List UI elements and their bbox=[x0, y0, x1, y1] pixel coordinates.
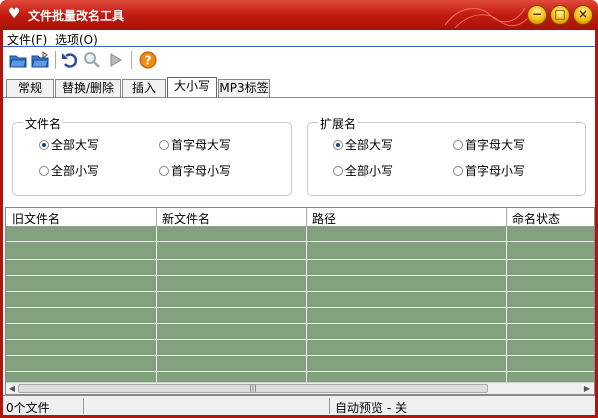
radio-label: 全部小写 bbox=[51, 164, 100, 178]
column-divider[interactable] bbox=[306, 208, 307, 227]
client-area: 文件(F) 选项(O) ? 常规 替换/删除 插入 大小写 MP3标签 文件名 … bbox=[3, 30, 595, 415]
toolbar-separator bbox=[55, 51, 56, 69]
extension-group-title: 扩展名 bbox=[318, 115, 359, 132]
radio-label: 全部大写 bbox=[345, 138, 394, 152]
radio-unchecked-icon bbox=[333, 166, 343, 176]
close-button[interactable]: × bbox=[573, 5, 593, 25]
column-header-path[interactable]: 路径 bbox=[312, 210, 336, 227]
toolbar: ? bbox=[3, 47, 595, 73]
grid-header: 旧文件名 新文件名 路径 命名状态 bbox=[6, 208, 594, 227]
menu-bar: 文件(F) 选项(O) bbox=[3, 30, 595, 47]
grid-line bbox=[306, 227, 307, 382]
status-divider bbox=[83, 398, 84, 414]
radio-unchecked-icon bbox=[39, 166, 49, 176]
scroll-left-icon[interactable]: ◀ bbox=[6, 383, 18, 394]
grid-line bbox=[6, 323, 594, 324]
help-icon[interactable]: ? bbox=[139, 51, 157, 69]
filename-all-lower-radio[interactable]: 全部小写 bbox=[39, 162, 99, 179]
grid-line bbox=[6, 371, 594, 372]
horizontal-scrollbar[interactable]: ◀ ||| ▶ bbox=[6, 382, 594, 394]
radio-label: 首字母小写 bbox=[465, 164, 526, 178]
column-header-old-name[interactable]: 旧文件名 bbox=[12, 210, 60, 227]
column-header-status[interactable]: 命名状态 bbox=[512, 210, 560, 227]
grid-line bbox=[6, 275, 594, 276]
tab-case[interactable]: 大小写 bbox=[167, 77, 217, 97]
search-icon[interactable] bbox=[83, 51, 101, 69]
extension-first-upper-radio[interactable]: 首字母大写 bbox=[453, 136, 525, 153]
filename-first-upper-radio[interactable]: 首字母大写 bbox=[159, 136, 231, 153]
app-window: ♥ 文件批量改名工具 − □ × 文件(F) 选项(O) ? 常规 替换/删除 … bbox=[0, 0, 598, 418]
status-bar: 0个文件 自动预览 - 关 bbox=[3, 395, 595, 415]
grid-line bbox=[6, 259, 594, 260]
radio-label: 首字母大写 bbox=[171, 138, 232, 152]
open-folder-icon[interactable] bbox=[31, 51, 49, 69]
title-decoration bbox=[444, 7, 529, 29]
tab-insert[interactable]: 插入 bbox=[122, 79, 166, 97]
play-icon[interactable] bbox=[107, 51, 125, 69]
grid-line bbox=[6, 339, 594, 340]
toolbar-separator bbox=[131, 51, 132, 69]
radio-checked-icon bbox=[39, 140, 49, 150]
grid-line bbox=[6, 355, 594, 356]
radio-unchecked-icon bbox=[453, 166, 463, 176]
tab-strip: 常规 替换/删除 插入 大小写 MP3标签 bbox=[3, 77, 595, 97]
grid-line bbox=[6, 291, 594, 292]
status-divider bbox=[329, 398, 330, 414]
grid-line bbox=[506, 227, 507, 382]
extension-group: 扩展名 全部大写 首字母大写 全部小写 首字母小写 bbox=[307, 115, 586, 196]
file-count-status: 0个文件 bbox=[6, 401, 50, 415]
filename-first-lower-radio[interactable]: 首字母小写 bbox=[159, 162, 231, 179]
minimize-button[interactable]: − bbox=[527, 5, 547, 25]
filename-group-title: 文件名 bbox=[23, 115, 64, 132]
tab-replace-delete[interactable]: 替换/删除 bbox=[55, 79, 121, 97]
grid-body[interactable] bbox=[6, 227, 594, 382]
auto-preview-status: 自动预览 - 关 bbox=[335, 401, 407, 415]
column-header-new-name[interactable]: 新文件名 bbox=[162, 210, 210, 227]
maximize-button[interactable]: □ bbox=[550, 5, 570, 25]
window-title: 文件批量改名工具 bbox=[28, 9, 125, 23]
open-folder-icon[interactable] bbox=[9, 51, 27, 69]
grid-line bbox=[6, 307, 594, 308]
filename-all-upper-radio[interactable]: 全部大写 bbox=[39, 136, 99, 153]
scroll-right-icon[interactable]: ▶ bbox=[581, 383, 593, 394]
title-bar[interactable]: ♥ 文件批量改名工具 − □ × bbox=[0, 0, 598, 30]
extension-first-lower-radio[interactable]: 首字母小写 bbox=[453, 162, 525, 179]
radio-unchecked-icon bbox=[453, 140, 463, 150]
radio-label: 全部小写 bbox=[345, 164, 394, 178]
extension-all-upper-radio[interactable]: 全部大写 bbox=[333, 136, 393, 153]
radio-label: 首字母小写 bbox=[171, 164, 232, 178]
tab-general[interactable]: 常规 bbox=[6, 79, 54, 97]
svg-text:?: ? bbox=[145, 54, 152, 68]
file-list-grid[interactable]: 旧文件名 新文件名 路径 命名状态 ◀ ||| ▶ bbox=[5, 207, 595, 395]
extension-all-lower-radio[interactable]: 全部小写 bbox=[333, 162, 393, 179]
radio-checked-icon bbox=[333, 140, 343, 150]
radio-label: 全部大写 bbox=[51, 138, 100, 152]
column-divider[interactable] bbox=[506, 208, 507, 227]
radio-label: 首字母大写 bbox=[465, 138, 526, 152]
undo-icon[interactable] bbox=[61, 51, 79, 69]
case-panel: 文件名 全部大写 首字母大写 全部小写 首字母小写 扩展名 全部大写 首字母大写… bbox=[3, 97, 595, 207]
filename-group: 文件名 全部大写 首字母大写 全部小写 首字母小写 bbox=[12, 115, 292, 196]
radio-unchecked-icon bbox=[159, 140, 169, 150]
scrollbar-thumb[interactable]: ||| bbox=[18, 384, 488, 393]
heart-icon: ♥ bbox=[8, 6, 21, 22]
tab-mp3-tags[interactable]: MP3标签 bbox=[218, 79, 270, 97]
radio-unchecked-icon bbox=[159, 166, 169, 176]
grid-line bbox=[6, 241, 594, 242]
column-divider[interactable] bbox=[156, 208, 157, 227]
grid-line bbox=[156, 227, 157, 382]
